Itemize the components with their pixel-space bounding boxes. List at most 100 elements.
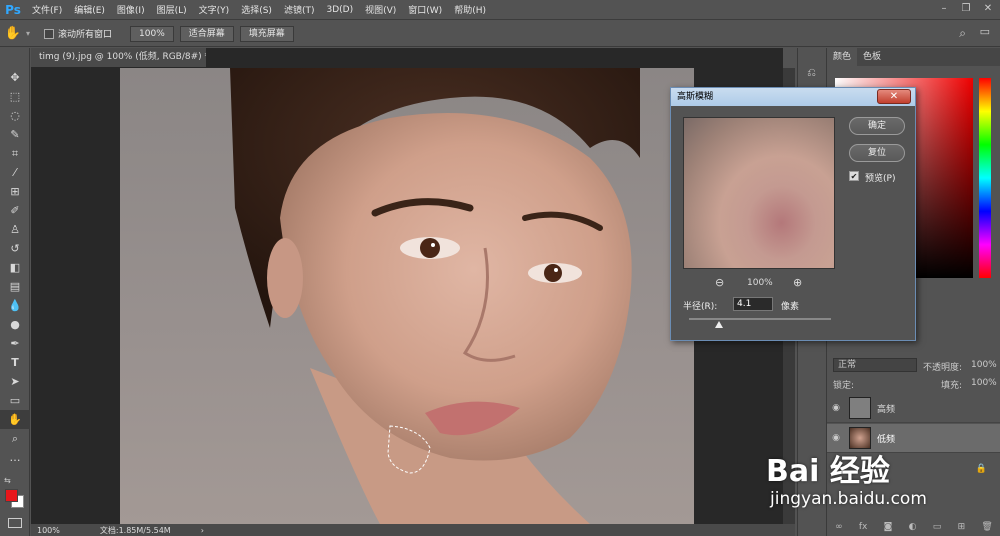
adjustment-layer-icon[interactable]: ◐ (909, 522, 917, 536)
document-tab[interactable]: timg (9).jpg @ 100% (低频, RGB/8#) * × (31, 48, 206, 67)
minimize-icon[interactable]: – (936, 2, 952, 16)
opacity-value[interactable]: 100% (971, 360, 997, 370)
zoom-tool-icon[interactable]: ⌕ (0, 429, 30, 448)
status-bar: 100% 文档:1.85M/5.54M › (31, 524, 795, 536)
quick-mask-icon[interactable] (8, 518, 22, 528)
trash-icon[interactable]: 🗑 (981, 522, 992, 536)
move-tool-icon[interactable]: ✥ (0, 68, 30, 87)
gradient-tool-icon[interactable]: ▤ (0, 277, 30, 296)
photoshop-logo: Ps (5, 2, 21, 17)
eyedropper-tool-icon[interactable]: ⁄ (0, 163, 30, 182)
document-tab-title: timg (9).jpg @ 100% (低频, RGB/8#) * (39, 52, 206, 62)
link-layers-icon[interactable]: ∞ (835, 522, 843, 536)
layer-row-high-freq[interactable]: ◉ 高频 (827, 394, 1000, 423)
menu-layer[interactable]: 图层(L) (151, 3, 193, 16)
dodge-tool-icon[interactable]: ● (0, 315, 30, 334)
zoom-in-icon[interactable]: ⊕ (793, 276, 802, 289)
menu-file[interactable]: 文件(F) (26, 3, 68, 16)
lock-label: 锁定: (833, 381, 855, 391)
marquee-tool-icon[interactable]: ⬚ (0, 87, 30, 106)
opacity-label: 不透明度: (923, 363, 963, 373)
eye-icon[interactable]: ◉ (827, 403, 845, 413)
swap-colors-icon[interactable]: ⇆ (4, 476, 11, 485)
more-tools-icon[interactable]: … (0, 448, 30, 467)
zoom-out-icon[interactable]: ⊖ (715, 276, 724, 289)
quick-select-tool-icon[interactable]: ✎ (0, 125, 30, 144)
reset-button[interactable]: 复位 (849, 144, 905, 162)
add-mask-icon[interactable]: ◙ (884, 522, 893, 536)
blur-preview[interactable] (683, 117, 835, 269)
menu-filter[interactable]: 滤镜(T) (278, 3, 321, 16)
fill-value[interactable]: 100% (971, 378, 997, 388)
layer-thumbnail (849, 397, 871, 419)
pen-tool-icon[interactable]: ✒ (0, 334, 30, 353)
ok-button[interactable]: 确定 (849, 117, 905, 135)
layer-name[interactable]: 低频 (877, 432, 895, 445)
menu-window[interactable]: 窗口(W) (402, 3, 448, 16)
status-zoom[interactable]: 100% (37, 526, 60, 535)
menu-bar: Ps 文件(F) 编辑(E) 图像(I) 图层(L) 文字(Y) 选择(S) 滤… (0, 0, 1000, 20)
blend-mode-select[interactable]: 正常 (833, 358, 917, 372)
radius-slider-thumb[interactable] (715, 321, 723, 328)
healing-tool-icon[interactable]: ⊞ (0, 182, 30, 201)
radius-input[interactable]: 4.1 (733, 297, 773, 311)
hue-slider[interactable] (979, 78, 991, 278)
fit-screen-button[interactable]: 适合屏幕 (179, 25, 234, 42)
scroll-all-label: 滚动所有窗口 (58, 30, 113, 40)
layer-name[interactable]: 高频 (877, 402, 895, 415)
search-icon[interactable]: ⌕ (959, 26, 966, 41)
radius-slider-track[interactable] (689, 318, 831, 320)
restore-icon[interactable]: ❐ (958, 2, 974, 16)
dialog-body: 确定 复位 ✔ 预览(P) ⊖ 100% ⊕ 半径(R): 4.1 像素 (671, 106, 915, 340)
tab-swatches[interactable]: 色板 (857, 48, 887, 66)
history-brush-icon[interactable]: ↺ (0, 239, 30, 258)
hand-tool-icon-active[interactable]: ✋ (0, 410, 30, 429)
menu-select[interactable]: 选择(S) (235, 3, 278, 16)
menu-help[interactable]: 帮助(H) (448, 3, 492, 16)
blur-tool-icon[interactable]: 💧 (0, 296, 30, 315)
status-arrow-icon[interactable]: › (201, 526, 204, 535)
type-tool-icon[interactable]: T (0, 353, 30, 372)
dialog-close-icon[interactable]: ✕ (877, 89, 911, 104)
crop-tool-icon[interactable]: ⌗ (0, 144, 30, 163)
scroll-all-checkbox[interactable] (44, 28, 55, 39)
preview-checkbox[interactable]: ✔ (849, 171, 859, 181)
menu-image[interactable]: 图像(I) (111, 3, 151, 16)
shape-tool-icon[interactable]: ▭ (0, 391, 30, 410)
gaussian-blur-dialog: 高斯模糊 ✕ 确定 复位 ✔ 预览(P) ⊖ 100% ⊕ 半径(R): 4.1… (670, 87, 916, 341)
fill-screen-button[interactable]: 填充屏幕 (239, 25, 294, 42)
workspace-icon[interactable]: ▭ (980, 25, 990, 38)
history-panel-icon[interactable]: ⎌ (803, 66, 821, 84)
radius-unit: 像素 (781, 302, 800, 312)
baidu-jingyan-watermark: Bai 经验 (766, 454, 890, 489)
radius-label: 半径(R): (683, 302, 718, 312)
tools-panel: ✥ ⬚ ◌ ✎ ⌗ ⁄ ⊞ ✐ ♙ ↺ ◧ ▤ 💧 ● ✒ T ➤ ▭ ✋ ⌕ … (0, 48, 30, 536)
options-bar: ✋ ▾ 滚动所有窗口 100% 适合屏幕 填充屏幕 ⌕ ▭ (0, 21, 1000, 47)
close-window-icon[interactable]: ✕ (980, 2, 996, 16)
brush-tool-icon[interactable]: ✐ (0, 201, 30, 220)
layers-footer: ∞ fx ◙ ◐ ▭ ⊞ 🗑 (827, 522, 1000, 536)
foreground-color-swatch[interactable] (5, 489, 18, 502)
menu-edit[interactable]: 编辑(E) (68, 3, 111, 16)
hand-tool-icon[interactable]: ✋ (0, 26, 26, 41)
color-panel-tabs: 颜色 色板 (827, 48, 1000, 66)
menu-3d[interactable]: 3D(D) (320, 5, 359, 15)
portrait-photo (230, 68, 640, 524)
new-layer-icon[interactable]: ⊞ (958, 522, 966, 536)
eraser-tool-icon[interactable]: ◧ (0, 258, 30, 277)
preview-zoom-value: 100% (747, 278, 773, 288)
tab-color[interactable]: 颜色 (827, 48, 858, 66)
lasso-tool-icon[interactable]: ◌ (0, 106, 30, 125)
preview-label: 预览(P) (865, 174, 896, 184)
stamp-tool-icon[interactable]: ♙ (0, 220, 30, 239)
menu-type[interactable]: 文字(Y) (193, 3, 236, 16)
dialog-title: 高斯模糊 (677, 92, 714, 102)
eye-icon[interactable]: ◉ (827, 433, 845, 443)
image-canvas[interactable] (120, 68, 694, 524)
group-icon[interactable]: ▭ (933, 522, 942, 536)
path-select-tool-icon[interactable]: ➤ (0, 372, 30, 391)
zoom-100-button[interactable]: 100% (130, 25, 174, 42)
menu-view[interactable]: 视图(V) (359, 3, 402, 16)
tool-preset-dropdown-icon[interactable]: ▾ (26, 29, 30, 38)
fx-icon[interactable]: fx (859, 522, 868, 536)
